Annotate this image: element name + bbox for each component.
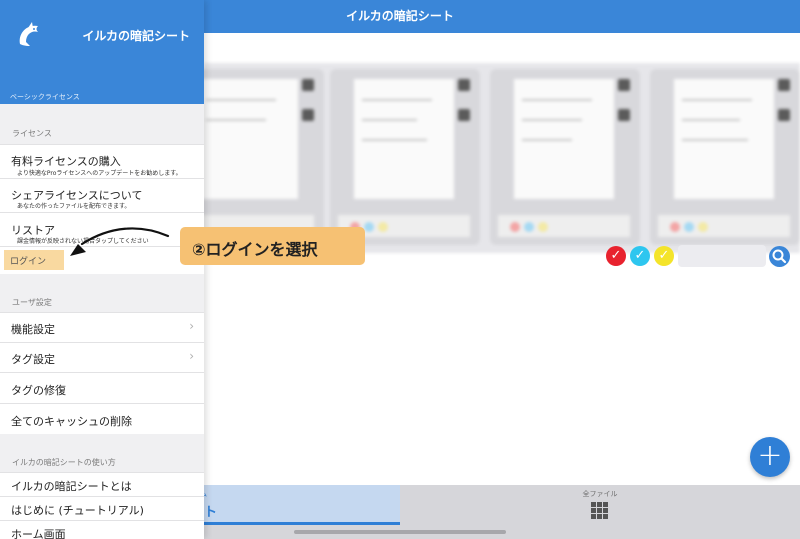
filter-red-check-icon[interactable]: ✓ xyxy=(606,246,626,266)
menu-tag-settings[interactable]: タグ設定 › xyxy=(0,342,204,372)
dolphin-logo-icon xyxy=(19,22,38,46)
section-license: ライセンス xyxy=(0,104,204,144)
tab-all-files-label: 全ファイル xyxy=(582,490,618,498)
tab-sheet-glyph: ト xyxy=(204,505,218,520)
menu-home-screen[interactable]: ホーム画面 xyxy=(0,520,204,539)
section-license-label: ライセンス xyxy=(12,129,52,138)
section-howto-label: イルカの暗記シートの使い方 xyxy=(12,458,116,467)
sidebar-header: イルカの暗記シート ベーシックライセンス xyxy=(0,0,204,104)
app-title: イルカの暗記シート xyxy=(346,9,454,23)
filter-yellow-check-icon[interactable]: ✓ xyxy=(654,246,674,266)
menu-purchase-license-sub: より快適なProライセンスへのアップデートをお勧めします。 xyxy=(17,170,182,177)
file-thumbnail[interactable] xyxy=(650,69,800,245)
menu-clear-cache[interactable]: 全てのキャッシュの削除 xyxy=(0,403,204,434)
chevron-right-icon: › xyxy=(189,349,194,363)
search-input[interactable] xyxy=(678,245,766,267)
menu-share-license[interactable]: シェアライセンスについて あなたの作ったファイルを配布できます。 xyxy=(0,178,204,212)
menu-tutorial-label: はじめに (チュートリアル) xyxy=(11,504,144,517)
home-indicator xyxy=(294,530,506,534)
add-file-button[interactable]: + xyxy=(750,437,790,477)
menu-share-license-sub: あなたの作ったファイルを配布できます。 xyxy=(17,203,131,210)
license-badge: ベーシックライセンス xyxy=(10,93,80,101)
menu-tag-repair[interactable]: タグの修復 xyxy=(0,372,204,403)
menu-login[interactable]: ログイン xyxy=(4,250,64,270)
section-howto: イルカの暗記シートの使い方 xyxy=(0,434,204,472)
menu-home-screen-label: ホーム画面 xyxy=(11,528,66,539)
filter-blue-check-icon[interactable]: ✓ xyxy=(630,246,650,266)
menu-purchase-license-label: 有料ライセンスの購入 xyxy=(11,155,121,168)
menu-tag-repair-label: タグの修復 xyxy=(11,384,66,397)
chevron-right-icon: › xyxy=(189,319,194,333)
annotation-callout: ②ログインを選択 xyxy=(180,227,365,265)
menu-what-is[interactable]: イルカの暗記シートとは xyxy=(0,472,204,496)
file-thumbnails xyxy=(174,63,800,253)
menu-what-is-label: イルカの暗記シートとは xyxy=(11,480,132,493)
menu-tag-settings-label: タグ設定 xyxy=(11,353,55,366)
menu-purchase-license[interactable]: 有料ライセンスの購入 より快適なProライセンスへのアップデートをお勧めします。 xyxy=(0,144,204,178)
sidebar-title: イルカの暗記シート xyxy=(82,29,190,43)
grid-icon xyxy=(591,502,608,519)
menu-login-label: ログイン xyxy=(10,257,47,267)
search-icon xyxy=(772,249,787,264)
file-thumbnail[interactable] xyxy=(490,69,640,245)
annotation-text: ②ログインを選択 xyxy=(192,240,318,259)
tab-sheet[interactable]: ム ト xyxy=(200,485,400,525)
section-user-settings: ユーザ設定 xyxy=(0,274,204,312)
search-button[interactable] xyxy=(769,246,790,267)
annotation-arrow-icon xyxy=(70,227,170,256)
file-thumbnail[interactable] xyxy=(330,69,480,245)
app-window: イルカの暗記シート ✓ ✓ ✓ + ト 全ファイル イルカの暗記シート ベーシッ… xyxy=(0,0,800,539)
menu-feature-settings[interactable]: 機能設定 › xyxy=(0,312,204,342)
menu-tutorial[interactable]: はじめに (チュートリアル) xyxy=(0,496,204,520)
tab-all-files[interactable]: 全ファイル xyxy=(400,485,800,525)
section-user-settings-label: ユーザ設定 xyxy=(12,298,52,307)
menu-feature-settings-label: 機能設定 xyxy=(11,323,55,336)
menu-clear-cache-label: 全てのキャッシュの削除 xyxy=(11,415,132,428)
